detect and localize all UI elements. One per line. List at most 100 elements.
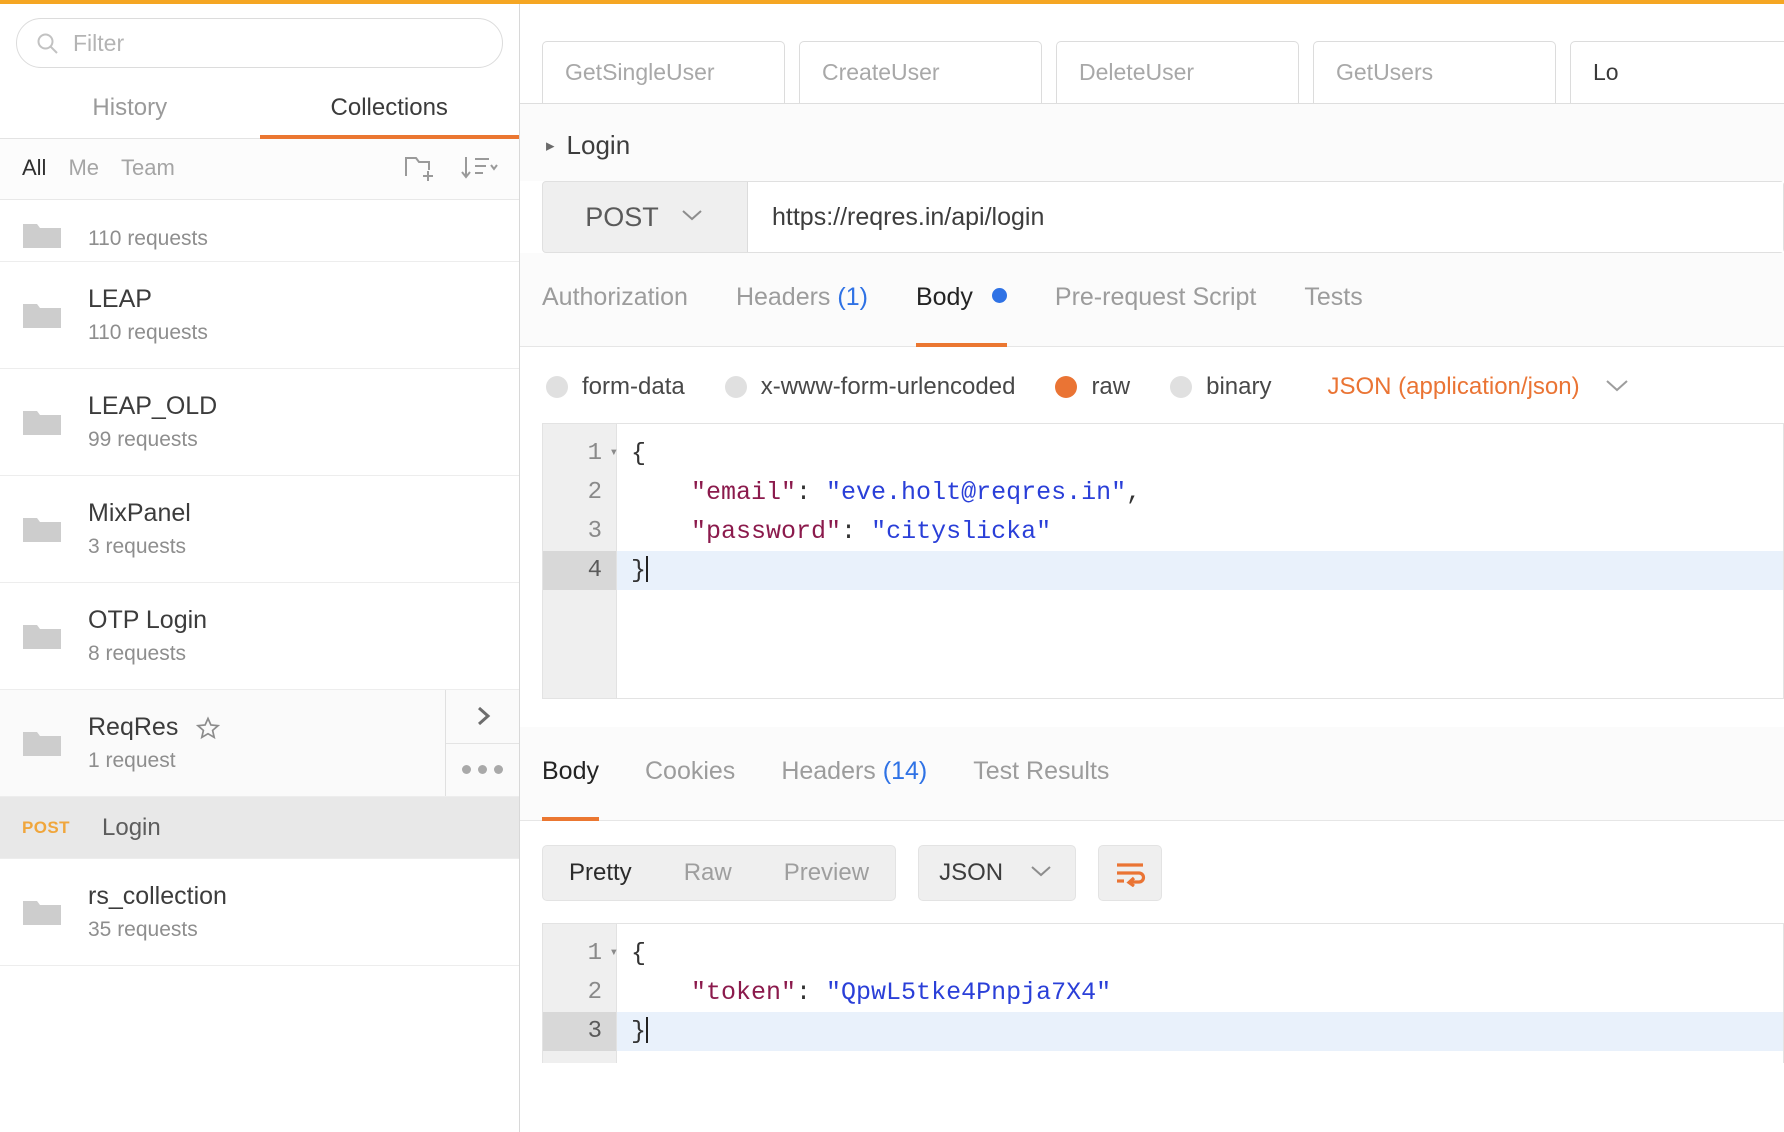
code-token: }: [631, 556, 647, 585]
tab-pre-request-script[interactable]: Pre-request Script: [1055, 283, 1256, 328]
scope-filter-me[interactable]: Me: [68, 155, 99, 181]
sort-icon[interactable]: [459, 151, 499, 185]
request-body-editor[interactable]: 1 ▾ 2 3 4 { "email": "eve.holt@reqres.in"…: [542, 423, 1784, 699]
radio-form-data[interactable]: form-data: [546, 373, 685, 401]
tab-headers[interactable]: Headers (1): [736, 283, 868, 328]
fold-icon[interactable]: ▾: [610, 434, 618, 473]
tab-headers-label: Headers: [735, 283, 831, 311]
collection-name: LEAP: [88, 285, 152, 313]
search-input[interactable]: Filter: [73, 30, 124, 57]
request-name: Login: [102, 813, 161, 841]
code-token-value: "cityslicka": [871, 517, 1052, 546]
new-folder-icon[interactable]: [401, 151, 441, 185]
sidebar-request-login[interactable]: POST Login: [0, 797, 519, 859]
method-select[interactable]: POST: [543, 182, 748, 252]
line-number: 1 ▾: [543, 934, 618, 973]
body-modified-dot-icon: [991, 288, 1007, 303]
response-code[interactable]: { "token": "QpwL5tke4Pnpja7X4" }: [617, 924, 1783, 1063]
tab-deleteuser[interactable]: DeleteUser: [1056, 41, 1299, 103]
collection-text: LEAP 110 requests: [88, 285, 208, 345]
url-input[interactable]: https://reqres.in/api/login: [748, 182, 1783, 252]
radio-binary[interactable]: binary: [1170, 373, 1271, 401]
list-item-reqres[interactable]: ReqRes 1 request: [0, 690, 519, 797]
tab-getusers[interactable]: GetUsers: [1313, 41, 1556, 103]
fold-icon[interactable]: ▾: [610, 934, 618, 973]
code-token: {: [631, 439, 647, 468]
tab-createuser[interactable]: CreateUser: [799, 41, 1042, 103]
filter-container: Filter: [0, 0, 519, 80]
code-token-key: "email": [631, 478, 797, 507]
folder-icon: [22, 620, 62, 652]
folder-icon: [22, 727, 62, 759]
request-code[interactable]: { "email": "eve.holt@reqres.in", "passwo…: [617, 424, 1783, 698]
view-pretty[interactable]: Pretty: [543, 846, 658, 900]
list-item[interactable]: MixPanel 3 requests: [0, 476, 519, 583]
url-value: https://reqres.in/api/login: [772, 202, 1045, 231]
scope-filter-all[interactable]: All: [22, 155, 46, 181]
request-section-tabs: Authorization Headers (1) Body Pre-reque…: [520, 253, 1784, 347]
ellipsis-icon[interactable]: [446, 742, 519, 796]
sidebar-tab-collections[interactable]: Collections: [259, 80, 520, 139]
code-line-active: }: [617, 551, 1783, 590]
code-line: "email": "eve.holt@reqres.in",: [617, 473, 1783, 512]
response-editor-gutter: 1 ▾ 2 3: [543, 924, 618, 1063]
request-editor-gutter: 1 ▾ 2 3 4: [543, 424, 618, 698]
scope-filter-team[interactable]: Team: [121, 155, 175, 181]
radio-label: binary: [1206, 373, 1272, 400]
line-number: 1 ▾: [543, 434, 618, 473]
chevron-right-icon[interactable]: ▸: [546, 136, 555, 156]
tab-body[interactable]: Body: [915, 283, 1007, 347]
line-number: 3: [587, 518, 602, 545]
list-item[interactable]: LEAP_OLD 99 requests: [0, 369, 519, 476]
collection-count: 8 requests: [88, 642, 187, 665]
response-format-select[interactable]: JSON: [918, 845, 1077, 901]
chevron-down-icon: [1602, 376, 1632, 399]
star-icon[interactable]: [196, 715, 221, 740]
radio-x-www-form-urlencoded[interactable]: x-www-form-urlencoded: [724, 373, 1016, 401]
postman-window: Filter History Collections All Me Team 1…: [0, 0, 1784, 1132]
radio-label: x-www-form-urlencoded: [760, 373, 1016, 400]
collection-count: 99 requests: [88, 428, 198, 451]
response-tab-test-results[interactable]: Test Results: [973, 757, 1109, 802]
sidebar-tab-history[interactable]: History: [0, 80, 260, 138]
response-tab-body[interactable]: Body: [542, 757, 599, 821]
code-line: {: [617, 434, 1783, 473]
chevron-right-icon[interactable]: [446, 690, 519, 743]
ellipsis-dots: [462, 765, 503, 775]
list-item[interactable]: OTP Login 8 requests: [0, 583, 519, 690]
collection-text: 110 requests: [88, 227, 208, 251]
list-item[interactable]: 110 requests: [0, 200, 519, 262]
collection-name-label: ReqRes: [88, 713, 179, 741]
response-tab-headers-label: Headers: [781, 757, 876, 785]
row-actions: [445, 690, 519, 796]
radio-raw[interactable]: raw: [1055, 373, 1130, 401]
tab-authorization[interactable]: Authorization: [542, 283, 688, 328]
sidebar-tabs: History Collections: [0, 80, 519, 139]
radio-icon: [1170, 376, 1193, 398]
radio-label: form-data: [582, 373, 685, 400]
tab-tests[interactable]: Tests: [1304, 283, 1362, 328]
collection-name: rs_collection: [88, 882, 227, 910]
word-wrap-icon[interactable]: [1098, 845, 1163, 901]
list-item[interactable]: rs_collection 35 requests: [0, 859, 519, 966]
response-tab-cookies[interactable]: Cookies: [645, 757, 735, 802]
filter-input-wrapper[interactable]: Filter: [16, 18, 503, 68]
code-token-value: "QpwL5tke4Pnpja7X4": [826, 978, 1112, 1007]
collection-count: 110 requests: [88, 227, 208, 250]
tab-login[interactable]: Lo: [1570, 41, 1784, 103]
collection-name: ReqRes: [88, 713, 221, 742]
view-raw[interactable]: Raw: [658, 846, 758, 900]
tab-getsingleuser[interactable]: GetSingleUser: [542, 41, 785, 103]
main-panel: GetSingleUser CreateUser DeleteUser GetU…: [520, 0, 1784, 1132]
list-item[interactable]: LEAP 110 requests: [0, 262, 519, 369]
text-caret: [646, 556, 649, 582]
collections-list: 110 requests LEAP 110 requests LEAP_OLD: [0, 200, 519, 1132]
response-tabs: Body Cookies Headers (14) Test Results: [520, 727, 1784, 821]
response-tab-headers[interactable]: Headers (14): [781, 757, 927, 802]
request-tabs-bar: GetSingleUser CreateUser DeleteUser GetU…: [520, 0, 1784, 104]
code-line-active: }: [617, 1012, 1783, 1051]
radio-icon: [546, 376, 568, 398]
mime-type-select[interactable]: JSON (application/json): [1327, 373, 1631, 401]
view-preview[interactable]: Preview: [758, 846, 895, 900]
response-body-editor[interactable]: 1 ▾ 2 3 { "token": "QpwL5tke4Pnpja7X4" }: [542, 923, 1784, 1063]
